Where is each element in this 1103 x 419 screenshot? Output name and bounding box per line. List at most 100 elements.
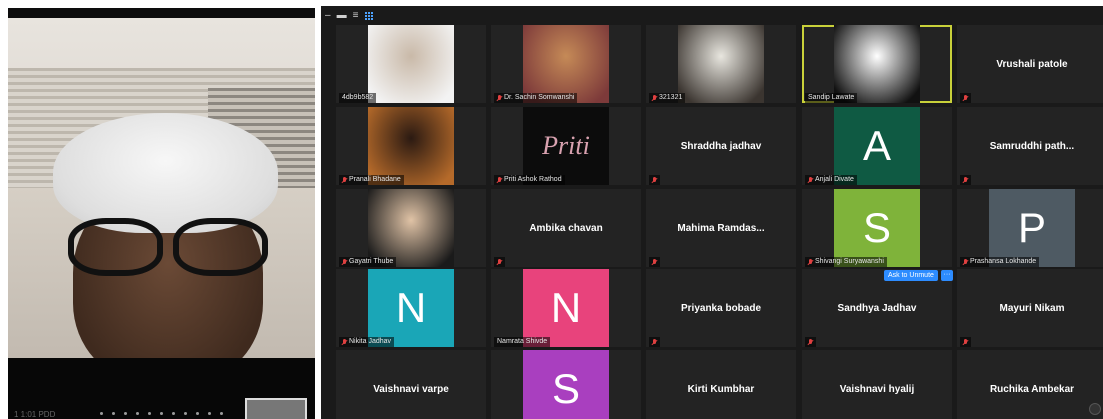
- participant-label: [805, 337, 816, 347]
- participant-name: Nikita Jadhav: [349, 338, 392, 345]
- participant-video: [834, 25, 920, 103]
- participant-tile[interactable]: Ambika chavan: [491, 189, 641, 267]
- participant-name: Pranali Bhadane: [349, 176, 401, 183]
- participant-tile[interactable]: Samruddhi path...: [957, 107, 1103, 185]
- participant-label: Sandip Lawate: [805, 93, 858, 103]
- muted-mic-icon: [342, 176, 347, 184]
- participant-name-center: Priyanka bobade: [680, 302, 762, 314]
- participant-name: Dr. Sachin Somwanshi: [504, 94, 575, 101]
- participant-video: [368, 189, 454, 267]
- self-video-time: 1 1:01 PDD: [14, 410, 56, 419]
- speaker-view-icon[interactable]: ≡: [353, 11, 359, 21]
- participant-tile[interactable]: Mahima Ramdas...: [646, 189, 796, 267]
- participant-tile[interactable]: S Shivangi Suryawanshi: [802, 189, 952, 267]
- participant-video: [368, 25, 454, 103]
- muted-mic-icon: [808, 258, 813, 266]
- muted-mic-icon: [652, 338, 657, 346]
- participant-name-center: Kirti Kumbhar: [687, 383, 755, 395]
- participant-tile[interactable]: Priti Priti Ashok Rathod: [491, 107, 641, 185]
- participant-video: [368, 107, 454, 185]
- muted-mic-icon: [963, 176, 968, 184]
- participant-label: Prashansa Lokhande: [960, 257, 1040, 267]
- muted-mic-icon: [342, 258, 347, 266]
- muted-mic-icon: [963, 338, 968, 346]
- muted-mic-icon: [497, 94, 502, 102]
- participant-label: [649, 337, 660, 347]
- muted-mic-icon: [652, 258, 657, 266]
- participant-tile[interactable]: A Anjali Divate: [802, 107, 952, 185]
- self-video-feed: [8, 18, 315, 358]
- participant-tile[interactable]: Vrushali patole: [957, 25, 1103, 103]
- participant-video: [523, 25, 609, 103]
- participant-label: [960, 175, 971, 185]
- participant-tile[interactable]: N Namrata Shivde: [491, 269, 641, 347]
- muted-mic-icon: [652, 94, 657, 102]
- participant-logo: Priti: [523, 107, 609, 185]
- participant-name-center: Samruddhi path...: [989, 140, 1075, 152]
- participant-name-center: Mahima Ramdas...: [677, 222, 765, 234]
- restore-icon[interactable]: ▬: [337, 11, 347, 21]
- muted-mic-icon: [963, 258, 968, 266]
- participant-label: [960, 337, 971, 347]
- participant-label: Gayatri Thube: [339, 257, 397, 267]
- avatar-initial: A: [834, 107, 920, 185]
- participant-tile[interactable]: 321321: [646, 25, 796, 103]
- participant-tile[interactable]: Vaishnavi varpe: [336, 350, 486, 419]
- participant-tile[interactable]: Pranali Bhadane: [336, 107, 486, 185]
- muted-mic-icon: [497, 258, 502, 266]
- muted-mic-icon: [497, 176, 502, 184]
- participant-tile[interactable]: P Prashansa Lokhande: [957, 189, 1103, 267]
- participant-tile[interactable]: S: [491, 350, 641, 419]
- ask-to-unmute-button[interactable]: Ask to Unmute: [884, 270, 938, 281]
- participant-tile[interactable]: Ruchika Ambekar: [957, 350, 1103, 419]
- participant-label: Anjali Divate: [805, 175, 857, 185]
- participant-label: [649, 257, 660, 267]
- participant-label: [960, 93, 971, 103]
- muted-mic-icon: [652, 176, 657, 184]
- scroll-icon[interactable]: [1089, 403, 1101, 415]
- participant-label: Nikita Jadhav: [339, 337, 395, 347]
- muted-mic-icon: [808, 338, 813, 346]
- participant-name: Gayatri Thube: [349, 258, 394, 265]
- participant-name: Shivangi Suryawanshi: [815, 258, 884, 265]
- participant-label: Namrata Shivde: [494, 337, 551, 347]
- participant-name: Sandip Lawate: [808, 94, 855, 101]
- participant-label: [494, 257, 505, 267]
- minimize-icon[interactable]: –: [325, 11, 331, 21]
- gallery-view: – ▬ ≡ 4db9b582 Dr. Sachin Somwanshi 321321…: [321, 6, 1103, 419]
- participant-name: Priti Ashok Rathod: [504, 176, 562, 183]
- participant-name-center: Shraddha jadhav: [680, 140, 762, 152]
- participant-name-center: Ruchika Ambekar: [989, 383, 1075, 395]
- participant-label: Dr. Sachin Somwanshi: [494, 93, 578, 103]
- avatar-initial: P: [989, 189, 1075, 267]
- participant-tile[interactable]: Shraddha jadhav: [646, 107, 796, 185]
- participant-tile[interactable]: Gayatri Thube: [336, 189, 486, 267]
- participant-tile[interactable]: Mayuri Nikam: [957, 269, 1103, 347]
- participant-tile[interactable]: Sandip Lawate: [802, 25, 952, 103]
- participant-name: 4db9b582: [342, 94, 374, 101]
- participant-name-center: Vaishnavi varpe: [373, 383, 449, 395]
- view-toolbar: – ▬ ≡: [325, 9, 373, 23]
- participant-tile[interactable]: N Nikita Jadhav: [336, 269, 486, 347]
- gallery-view-icon[interactable]: [364, 12, 373, 21]
- participant-tile[interactable]: Priyanka bobade: [646, 269, 796, 347]
- participant-name: Namrata Shivde: [497, 338, 548, 345]
- participant-tile[interactable]: Kirti Kumbhar: [646, 350, 796, 419]
- page-indicator-dots: [100, 412, 223, 415]
- participant-tile[interactable]: 4db9b582: [336, 25, 486, 103]
- participant-label: 4db9b582: [339, 93, 377, 103]
- avatar-initial: S: [523, 350, 609, 419]
- screenshot-root: 1 1:01 PDD – ▬ ≡ 4db9b582 Dr. Sachin Somw…: [0, 0, 1103, 419]
- avatar-initial: N: [523, 269, 609, 347]
- participant-tile[interactable]: Dr. Sachin Somwanshi: [491, 25, 641, 103]
- participant-tile[interactable]: Vaishnavi hyalij: [802, 350, 952, 419]
- muted-mic-icon: [808, 176, 813, 184]
- self-video-panel: 1 1:01 PDD: [8, 8, 315, 419]
- participant-video: [678, 25, 764, 103]
- more-options-button[interactable]: ···: [941, 270, 953, 281]
- participant-name-center: Ambika chavan: [529, 222, 603, 234]
- participant-name: Anjali Divate: [815, 176, 854, 183]
- self-video-thumbnail[interactable]: [245, 398, 307, 419]
- avatar-initial: S: [834, 189, 920, 267]
- participant-label: [649, 175, 660, 185]
